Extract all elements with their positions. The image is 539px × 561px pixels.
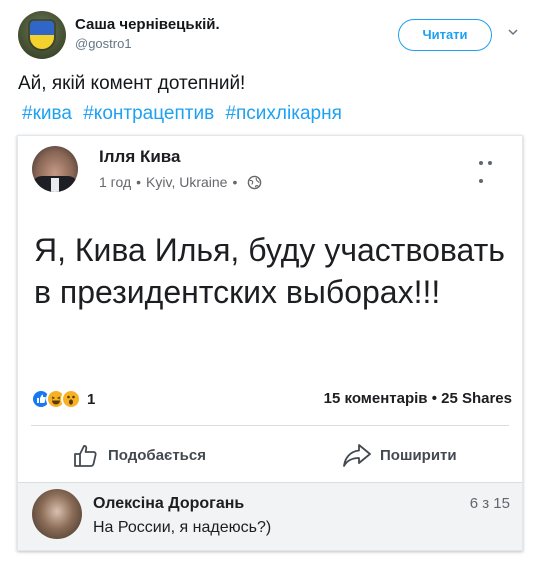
author-name[interactable]: Саша чернівецькій.	[75, 16, 220, 33]
follow-button[interactable]: Читати	[398, 19, 492, 51]
post-author-name[interactable]: Ілля Кива	[99, 147, 180, 167]
commenter-name[interactable]: Олексіна Дорогань	[93, 495, 244, 513]
post-author-avatar[interactable]	[32, 146, 78, 192]
divider	[31, 425, 509, 426]
post-location: Kyiv, Ukraine	[146, 174, 228, 190]
post-meta: 1 год • Kyiv, Ukraine •	[99, 174, 262, 190]
comment-text: На России, я надеюсь?)	[93, 519, 272, 536]
post-time[interactable]: 1 год	[99, 174, 131, 190]
comment-item: Олексіна Дорогань 6 з 15 На России, я на…	[18, 482, 522, 550]
share-label: Поширити	[380, 446, 457, 464]
thumbs-up-icon	[74, 445, 97, 467]
shield-icon	[30, 21, 54, 49]
comment-time: 6 з 15	[469, 495, 510, 512]
meta-separator: •	[232, 174, 238, 190]
like-label: Подобається	[108, 446, 206, 464]
meta-separator: •	[136, 174, 142, 190]
reaction-count: 1	[87, 390, 96, 408]
wow-reaction-icon	[61, 389, 81, 409]
hashtag-link[interactable]: #психлікарня	[225, 103, 341, 124]
tweet-text: Ай, якій комент дотепний!	[18, 73, 246, 94]
share-arrow-icon	[343, 444, 371, 467]
tweet-header: Саша чернівецькій. @gostro1 Читати	[18, 11, 523, 61]
reactions-summary[interactable]: 1	[31, 388, 95, 410]
embedded-facebook-post: Ілля Кива 1 год • Kyiv, Ukraine • Я, Кив…	[17, 135, 523, 551]
hashtag-link[interactable]: #контрацептив	[83, 103, 214, 124]
hashtag-link[interactable]: #кива	[22, 103, 72, 124]
like-button[interactable]: Подобається	[72, 441, 206, 469]
post-body: Я, Кива Илья, буду участвовать в президе…	[34, 232, 505, 310]
comments-shares-count[interactable]: 15 коментарів • 25 Shares	[324, 390, 512, 407]
globe-icon	[247, 175, 262, 190]
chevron-down-icon[interactable]	[508, 27, 518, 37]
commenter-avatar[interactable]	[32, 489, 82, 539]
hashtag-list: #кива #контрацептив #психлікарня	[22, 101, 348, 127]
more-options-icon[interactable]	[479, 152, 503, 183]
author-handle[interactable]: @gostro1	[75, 36, 132, 51]
user-avatar[interactable]	[18, 11, 66, 59]
share-button[interactable]: Поширити	[342, 441, 457, 469]
